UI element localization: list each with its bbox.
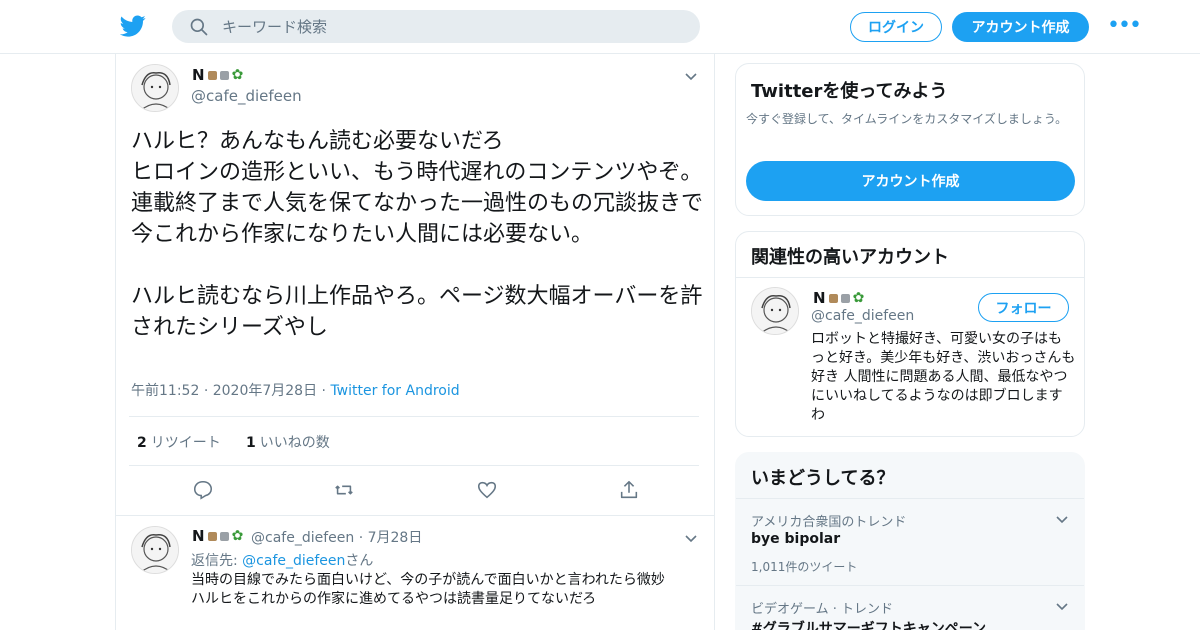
tweet-author-handle[interactable]: @cafe_diefeen — [191, 87, 302, 105]
emoji-icon — [207, 70, 217, 80]
related-account-name[interactable]: N ✿ — [813, 289, 864, 307]
twitter-bird-icon[interactable] — [120, 13, 146, 39]
promo-title: Twitterを使ってみよう — [751, 81, 948, 102]
avatar[interactable] — [131, 526, 179, 574]
search-input[interactable] — [222, 10, 682, 43]
trend-tweet-count: 1,011件のツイート — [751, 560, 858, 574]
related-title: 関連性の高いアカウント — [751, 247, 949, 268]
trends-title: いまどうしてる？ — [751, 468, 895, 489]
avatar[interactable] — [131, 64, 179, 112]
trend-item[interactable]: アメリカ合衆国のトレンド bye bipolar 1,011件のツイート — [736, 498, 1084, 585]
trends-card: いまどうしてる？ アメリカ合衆国のトレンド bye bipolar 1,011件… — [735, 452, 1085, 630]
reply-text: 当時の目線でみたら面白いけど、今の子が読んで面白いかと言われたら微妙 ハルヒをこ… — [191, 572, 665, 607]
emoji-icon — [207, 531, 217, 541]
divider — [736, 277, 1084, 278]
trend-context: ビデオゲーム · トレンド — [751, 602, 894, 617]
plant-emoji-icon: ✿ — [231, 67, 244, 83]
tweet-stats: 2 リツイート 1 いいねの数 — [129, 416, 699, 466]
tweet-source-link[interactable]: Twitter for Android — [330, 383, 459, 399]
author-name-text: N — [192, 66, 205, 84]
reply-icon[interactable] — [192, 479, 214, 501]
chevron-down-icon[interactable] — [1054, 598, 1070, 614]
create-account-button[interactable]: アカウント作成 — [746, 161, 1075, 201]
related-account-handle[interactable]: @cafe_diefeen — [811, 308, 914, 324]
focused-tweet: N ✿ @cafe_diefeen ハルヒ？あんなもん読む必要ないだろ ヒロイン… — [116, 54, 714, 516]
tweet-timestamp-line: 午前11:52 · 2020年7月28日 · Twitter for Andro… — [131, 383, 460, 399]
follow-button[interactable]: フォロー — [978, 293, 1069, 322]
emoji-icon — [840, 293, 850, 303]
tweet-text: ハルヒ？あんなもん読む必要ないだろ ヒロインの造形といい、もう時代遅れのコンテン… — [131, 129, 704, 340]
retweet-icon[interactable] — [333, 479, 355, 501]
reply-to-suffix: さん — [345, 553, 374, 569]
reply-author-name[interactable]: N ✿ — [192, 527, 243, 545]
avatar-sketch-icon — [132, 527, 178, 573]
reply-to-handle-link[interactable]: @cafe_diefeen — [242, 553, 345, 569]
author-name-text: N — [192, 527, 205, 545]
login-button[interactable]: ログイン — [850, 12, 942, 42]
top-navigation-bar: ログイン アカウント作成 ••• — [0, 0, 1200, 54]
reply-author-handle-and-date: @cafe_diefeen · 7月28日 — [251, 530, 423, 546]
search-box[interactable] — [172, 10, 700, 43]
reply-tweet[interactable]: N ✿ @cafe_diefeen · 7月28日 返信先: @cafe_die… — [116, 516, 714, 630]
chevron-down-icon[interactable] — [683, 530, 699, 546]
reply-handle[interactable]: @cafe_diefeen — [251, 530, 354, 546]
avatar[interactable] — [751, 287, 799, 335]
emoji-icon — [219, 70, 229, 80]
reply-date[interactable]: 7月28日 — [368, 530, 423, 546]
plant-emoji-icon: ✿ — [231, 528, 244, 544]
search-icon — [190, 18, 208, 36]
trend-item[interactable]: ビデオゲーム · トレンド #グラブルサマーギフトキャンペーン — [736, 585, 1084, 630]
avatar-sketch-icon — [132, 65, 178, 111]
plant-emoji-icon: ✿ — [852, 290, 865, 306]
emoji-icon — [828, 293, 838, 303]
retweet-count[interactable]: 2 リツイート — [137, 432, 221, 452]
tweet-time[interactable]: 午前11:52 — [131, 383, 199, 399]
chevron-down-icon[interactable] — [683, 68, 699, 84]
main-timeline-column: N ✿ @cafe_diefeen ハルヒ？あんなもん読む必要ないだろ ヒロイン… — [115, 54, 715, 630]
author-name-text: N — [813, 289, 826, 307]
trend-name: #グラブルサマーギフトキャンペーン — [751, 621, 987, 630]
related-accounts-card: 関連性の高いアカウント N ✿ @cafe_diefeen フォロー ロボットと… — [735, 231, 1085, 437]
chevron-down-icon[interactable] — [1054, 511, 1070, 527]
like-heart-icon[interactable] — [476, 479, 498, 501]
reply-to-prefix: 返信先: — [191, 553, 243, 569]
share-icon[interactable] — [618, 479, 640, 501]
trend-context: アメリカ合衆国のトレンド — [751, 515, 907, 530]
reply-to-line: 返信先: @cafe_diefeenさん — [191, 550, 373, 570]
tweet-date[interactable]: 2020年7月28日 — [213, 383, 317, 399]
trend-name: bye bipolar — [751, 531, 841, 547]
like-count[interactable]: 1 いいねの数 — [246, 432, 330, 452]
related-account-bio: ロボットと特撮好き、可愛い女の子はもっと好き。美少年も好き、渋いおっさんも好き … — [811, 331, 1076, 423]
avatar-sketch-icon — [752, 288, 798, 334]
more-options-icon[interactable]: ••• — [1107, 15, 1142, 37]
signup-button[interactable]: アカウント作成 — [952, 12, 1089, 42]
emoji-icon — [219, 531, 229, 541]
signup-promo-card: Twitterを使ってみよう 今すぐ登録して、タイムラインをカスタマイズしましょ… — [735, 63, 1085, 216]
tweet-author-name[interactable]: N ✿ — [192, 66, 243, 84]
tweet-actions — [116, 479, 714, 503]
promo-subtitle: 今すぐ登録して、タイムラインをカスタマイズしましょう。 — [746, 112, 1068, 126]
